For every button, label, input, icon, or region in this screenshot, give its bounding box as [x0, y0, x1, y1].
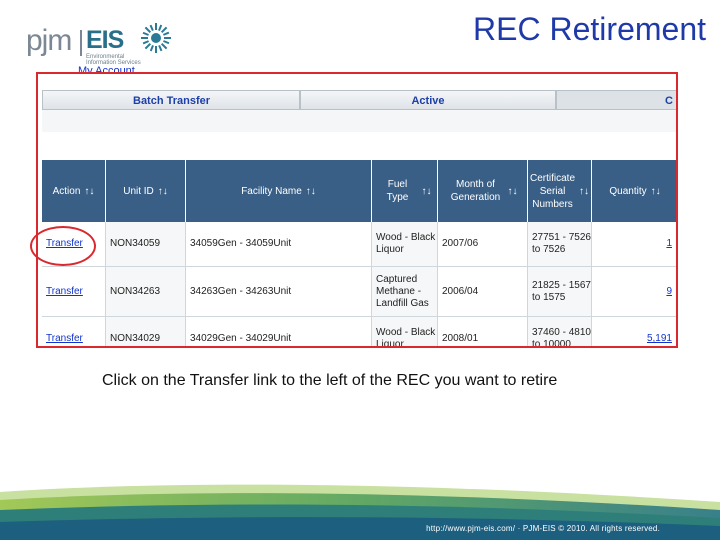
column-header-action[interactable]: Action ↑↓ — [42, 160, 106, 222]
month-cell: 2008/01 — [438, 317, 528, 346]
quantity-link[interactable]: 9 — [666, 286, 672, 298]
sort-arrows-icon[interactable]: ↑↓ — [158, 185, 168, 198]
transfer-link[interactable]: Transfer — [46, 333, 83, 345]
column-header-fuel-type[interactable]: Fuel Type ↑↓ — [372, 160, 438, 222]
table-header: Action ↑↓ Unit ID ↑↓ Facility Name ↑↓ Fuel … — [42, 160, 676, 222]
highlight-circle — [30, 226, 96, 266]
month-cell: 2006/04 — [438, 267, 528, 316]
fuel-type-cell: Wood - Black Liquor — [372, 317, 438, 346]
facility-cell: 34029Gen - 34029Unit — [186, 317, 372, 346]
table-body: Transfer NON34059 34059Gen - 34059Unit W… — [42, 222, 676, 346]
tab-bar: Batch Transfer Active C — [42, 90, 676, 110]
quantity-link[interactable]: 1 — [666, 238, 672, 250]
spacer — [42, 132, 676, 162]
sort-arrows-icon[interactable]: ↑↓ — [84, 185, 94, 198]
tab-batch-transfer[interactable]: Batch Transfer — [42, 90, 300, 110]
serials-cell: 21825 - 1567 to 1575 — [528, 267, 592, 316]
sort-arrows-icon[interactable]: ↑↓ — [508, 185, 518, 198]
column-header-unit-id[interactable]: Unit ID ↑↓ — [106, 160, 186, 222]
table-row: Transfer NON34059 34059Gen - 34059Unit W… — [42, 222, 676, 267]
pjm-eis-logo: pjm EIS Environmental Information Servic… — [26, 22, 171, 70]
unit-id-cell: NON34059 — [106, 222, 186, 266]
unit-id-cell: NON34263 — [106, 267, 186, 316]
page-title: REC Retirement — [473, 11, 706, 47]
column-header-facility-name[interactable]: Facility Name ↑↓ — [186, 160, 372, 222]
quantity-link[interactable]: 5,191 — [647, 333, 672, 345]
fuel-type-cell: Captured Methane - Landfill Gas — [372, 267, 438, 316]
fuel-type-cell: Wood - Black Liquor — [372, 222, 438, 266]
sort-arrows-icon[interactable]: ↑↓ — [306, 185, 316, 198]
tab-active[interactable]: Active — [300, 90, 556, 110]
table-row: Transfer NON34029 34029Gen - 34029Unit W… — [42, 317, 676, 346]
table-row: Transfer NON34263 34263Gen - 34263Unit C… — [42, 267, 676, 317]
sort-arrows-icon[interactable]: ↑↓ — [579, 185, 589, 198]
column-header-quantity[interactable]: Quantity ↑↓ — [592, 160, 676, 222]
month-cell: 2007/06 — [438, 222, 528, 266]
sort-arrows-icon[interactable]: ↑↓ — [422, 185, 432, 198]
serials-cell: 37460 - 4810 to 10000 — [528, 317, 592, 346]
transfer-link[interactable]: Transfer — [46, 286, 83, 298]
tab-c[interactable]: C — [556, 90, 676, 110]
column-header-month-of-generation[interactable]: Month of Generation ↑↓ — [438, 160, 528, 222]
serials-cell: 27751 - 7526 to 7526 — [528, 222, 592, 266]
column-header-certificate-serial-numbers[interactable]: Certificate Serial Numbers ↑↓ — [528, 160, 592, 222]
sun-logo-icon — [141, 23, 171, 53]
sort-arrows-icon[interactable]: ↑↓ — [651, 185, 661, 198]
logo-divider — [80, 30, 82, 56]
unit-id-cell: NON34029 — [106, 317, 186, 346]
toolbar-band — [42, 110, 676, 132]
logo-subtitle: Environmental Information Services — [86, 54, 141, 66]
screenshot-frame: Batch Transfer Active C Action ↑↓ Unit ID… — [36, 72, 678, 348]
footer-copyright: http://www.pjm-eis.com/ · PJM-EIS © 2010… — [426, 524, 660, 533]
facility-cell: 34263Gen - 34263Unit — [186, 267, 372, 316]
logo-product: EIS — [86, 26, 124, 54]
facility-cell: 34059Gen - 34059Unit — [186, 222, 372, 266]
logo-brand: pjm — [26, 24, 72, 57]
instruction-text: Click on the Transfer link to the left o… — [102, 372, 558, 389]
